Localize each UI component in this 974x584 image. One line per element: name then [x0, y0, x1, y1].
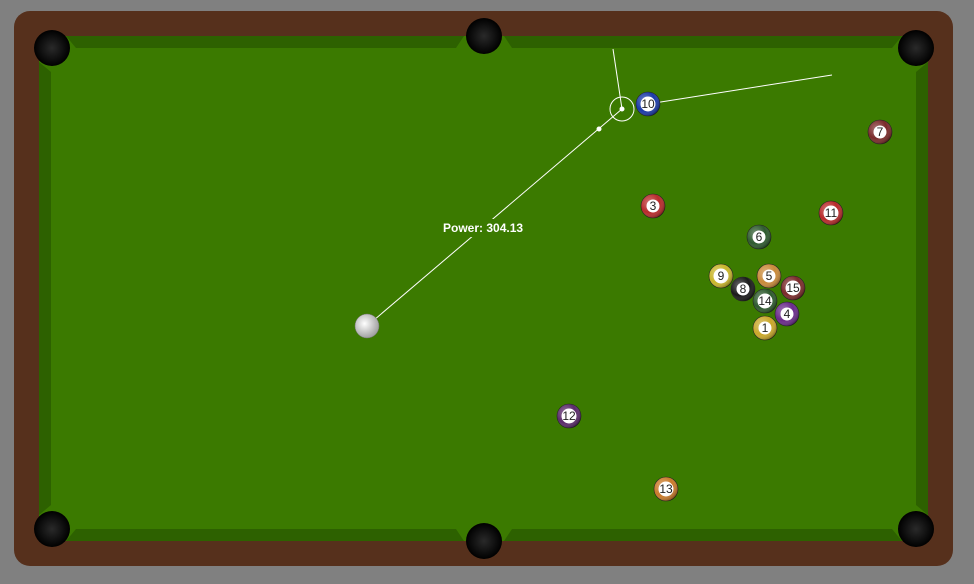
ball-3-number: 3	[650, 199, 657, 213]
cue-ball[interactable]	[354, 313, 380, 339]
cushion-bottom-left	[66, 529, 464, 541]
pocket-top-left	[34, 30, 70, 66]
cushion-bottom-right	[504, 529, 902, 541]
ball-12-number: 12	[562, 409, 576, 423]
ghost-ball-center-dot	[619, 106, 625, 112]
ball-8: 8	[730, 276, 756, 302]
ball-5: 5	[756, 263, 782, 289]
aim-marker-dot	[596, 126, 602, 132]
cushion-right	[916, 62, 928, 515]
ball-6: 6	[746, 224, 772, 250]
power-label: Power: 304.13	[443, 221, 523, 235]
ball-15-number: 15	[786, 281, 800, 295]
ball-3: 3	[640, 193, 666, 219]
ball-8-number: 8	[740, 282, 747, 296]
ball-9: 9	[708, 263, 734, 289]
ball-10: 10	[635, 91, 661, 117]
ball-14-number: 14	[758, 294, 772, 308]
ball-5-number: 5	[766, 269, 773, 283]
pocket-bottom-left	[34, 511, 70, 547]
cushion-top-right	[504, 36, 902, 48]
pocket-bottom-right	[898, 511, 934, 547]
ball-14: 14	[752, 288, 778, 314]
ball-1: 1	[752, 315, 778, 341]
ball-11-number: 11	[825, 206, 838, 220]
ball-7-number: 7	[877, 125, 884, 139]
ball-10-number: 10	[641, 97, 655, 111]
ball-11: 11	[818, 200, 844, 226]
ball-9-number: 9	[718, 269, 725, 283]
pool-table-canvas[interactable]: Power: 304.13 1 3 4 5 6 7 8 9 10 11 12 1…	[0, 0, 974, 584]
cushion-left	[39, 62, 51, 515]
ball-12: 12	[556, 403, 582, 429]
pocket-top-right	[898, 30, 934, 66]
pocket-top-middle	[466, 18, 502, 54]
ball-15: 15	[780, 275, 806, 301]
pocket-bottom-middle	[466, 523, 502, 559]
ball-4: 4	[774, 301, 800, 327]
cushion-top-left	[66, 36, 464, 48]
ball-6-number: 6	[756, 230, 763, 244]
ball-1-number: 1	[762, 321, 769, 335]
ball-13: 13	[653, 476, 679, 502]
ball-4-number: 4	[784, 307, 791, 321]
ball-13-number: 13	[659, 482, 673, 496]
ball-7: 7	[867, 119, 893, 145]
